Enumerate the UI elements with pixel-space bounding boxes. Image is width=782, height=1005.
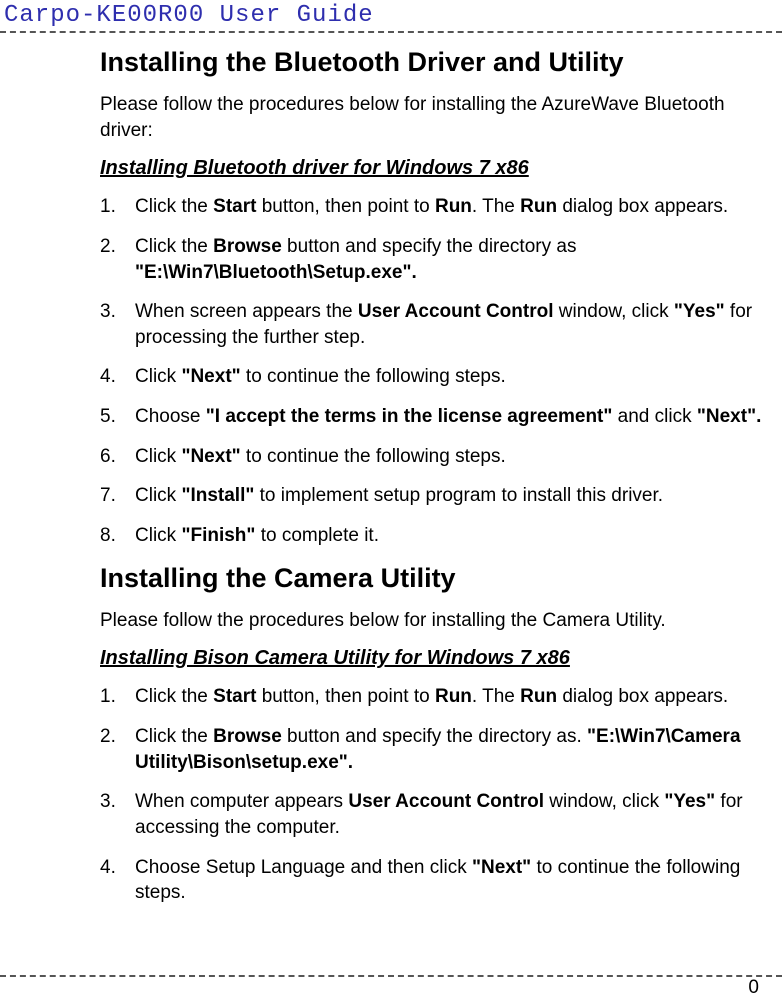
step-text: Click the Start button, then point to Ru… xyxy=(135,194,782,220)
page-number: 0 xyxy=(748,977,759,999)
section2-steps: 1.Click the Start button, then point to … xyxy=(100,684,782,905)
step-item: 5.Choose "I accept the terms in the lice… xyxy=(100,404,782,430)
step-number: 5. xyxy=(100,404,135,430)
step-item: 3.When screen appears the User Account C… xyxy=(100,299,782,350)
page-content: Installing the Bluetooth Driver and Util… xyxy=(0,47,782,906)
step-item: 4.Click "Next" to continue the following… xyxy=(100,364,782,390)
step-text: When screen appears the User Account Con… xyxy=(135,299,782,350)
section2-subheading: Installing Bison Camera Utility for Wind… xyxy=(100,647,782,670)
step-text: Click "Next" to continue the following s… xyxy=(135,444,782,470)
step-number: 3. xyxy=(100,789,135,840)
top-divider xyxy=(0,31,782,33)
step-number: 2. xyxy=(100,724,135,775)
step-text: Click "Next" to continue the following s… xyxy=(135,364,782,390)
doc-header: Carpo-KE00R00 User Guide xyxy=(0,0,782,31)
step-number: 7. xyxy=(100,483,135,509)
step-text: Click the Browse button and specify the … xyxy=(135,234,782,285)
section2-heading: Installing the Camera Utility xyxy=(100,563,782,594)
section2-intro: Please follow the procedures below for i… xyxy=(100,608,782,634)
step-number: 4. xyxy=(100,855,135,906)
step-text: Click "Finish" to complete it. xyxy=(135,523,782,549)
step-item: 7.Click "Install" to implement setup pro… xyxy=(100,483,782,509)
step-item: 6.Click "Next" to continue the following… xyxy=(100,444,782,470)
step-number: 2. xyxy=(100,234,135,285)
step-text: Choose Setup Language and then click "Ne… xyxy=(135,855,782,906)
step-text: When computer appears User Account Contr… xyxy=(135,789,782,840)
section1-steps: 1.Click the Start button, then point to … xyxy=(100,194,782,548)
step-text: Click the Browse button and specify the … xyxy=(135,724,782,775)
section1-subheading: Installing Bluetooth driver for Windows … xyxy=(100,157,782,180)
section1-intro: Please follow the procedures below for i… xyxy=(100,92,782,143)
step-item: 2.Click the Browse button and specify th… xyxy=(100,234,782,285)
step-text: Choose "I accept the terms in the licens… xyxy=(135,404,782,430)
section1-heading: Installing the Bluetooth Driver and Util… xyxy=(100,47,782,78)
step-number: 6. xyxy=(100,444,135,470)
step-number: 4. xyxy=(100,364,135,390)
step-item: 3.When computer appears User Account Con… xyxy=(100,789,782,840)
step-number: 8. xyxy=(100,523,135,549)
bottom-divider xyxy=(0,975,782,977)
step-item: 1.Click the Start button, then point to … xyxy=(100,194,782,220)
step-item: 8.Click "Finish" to complete it. xyxy=(100,523,782,549)
step-text: Click the Start button, then point to Ru… xyxy=(135,684,782,710)
step-item: 4.Choose Setup Language and then click "… xyxy=(100,855,782,906)
step-item: 1.Click the Start button, then point to … xyxy=(100,684,782,710)
step-number: 1. xyxy=(100,194,135,220)
step-text: Click "Install" to implement setup progr… xyxy=(135,483,782,509)
step-number: 3. xyxy=(100,299,135,350)
step-item: 2.Click the Browse button and specify th… xyxy=(100,724,782,775)
step-number: 1. xyxy=(100,684,135,710)
